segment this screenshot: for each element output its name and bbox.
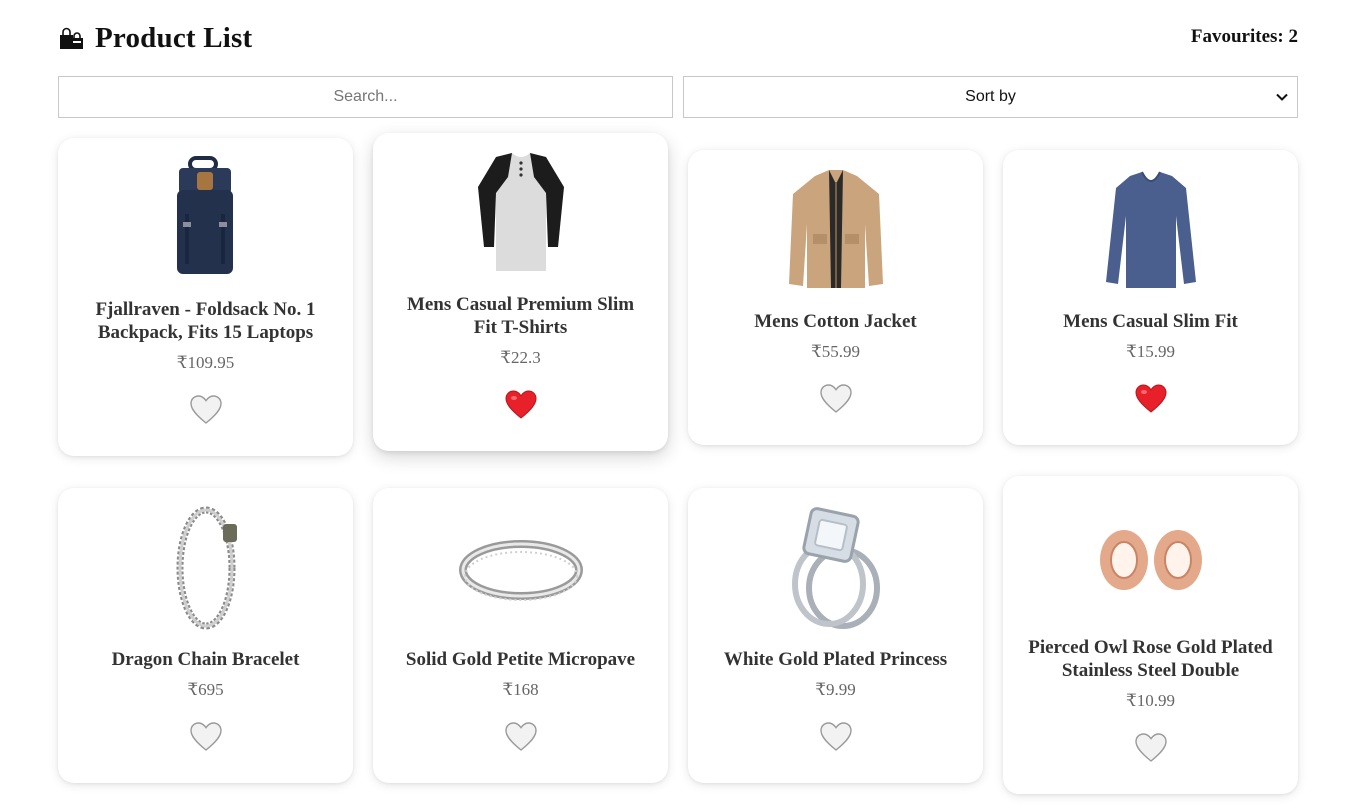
product-price: ₹55.99	[810, 342, 861, 361]
jacket-icon	[788, 170, 883, 288]
product-price: ₹9.99	[815, 680, 856, 699]
product-price: ₹22.3	[500, 348, 541, 367]
product-image	[761, 502, 911, 632]
product-image	[1076, 164, 1226, 294]
product-image	[131, 152, 281, 282]
heart-outline-icon	[819, 384, 852, 413]
favourite-heart-icon[interactable]	[819, 720, 853, 754]
product-card: White Gold Plated Princess ₹9.99	[688, 488, 983, 783]
product-image	[761, 164, 911, 294]
page-header: Product List Favourites: 2	[58, 18, 1298, 58]
ring-band-icon	[458, 540, 583, 601]
product-price: ₹10.99	[1125, 691, 1176, 710]
product-card: Dragon Chain Bracelet ₹695	[58, 488, 353, 783]
chevron-down-icon	[1276, 93, 1288, 101]
favourite-heart-icon[interactable]	[504, 720, 538, 754]
sort-select-value: Sort by	[965, 88, 1016, 105]
product-card: Mens Cotton Jacket ₹55.99	[688, 150, 983, 445]
ear-tunnel-icon	[1099, 530, 1202, 590]
product-name: Mens Casual Slim Fit	[1063, 311, 1238, 332]
page-title-text: Product List	[95, 22, 253, 54]
product-price: ₹15.99	[1125, 342, 1176, 361]
product-image	[131, 502, 281, 632]
longsleeve-icon	[1105, 171, 1196, 288]
favourite-heart-icon[interactable]	[1134, 731, 1168, 765]
heart-outline-icon	[189, 395, 222, 424]
product-card: Pierced Owl Rose Gold Plated Stainless S…	[1003, 476, 1298, 794]
heart-outline-icon	[189, 722, 222, 751]
product-name: Mens Casual Premium Slim Fit T-Shirts	[406, 294, 635, 338]
bracelet-icon	[176, 506, 237, 630]
backpack-icon	[176, 156, 233, 274]
product-name: Solid Gold Petite Micropave	[405, 649, 636, 670]
heart-filled-icon	[1134, 384, 1167, 413]
product-name: Dragon Chain Bracelet	[111, 649, 300, 670]
product-name: White Gold Plated Princess	[723, 649, 948, 670]
product-card: Mens Casual Slim Fit ₹15.99	[1003, 150, 1298, 445]
favourite-heart-icon[interactable]	[189, 393, 223, 427]
favourite-heart-icon[interactable]	[1134, 382, 1168, 416]
favourite-heart-icon[interactable]	[189, 720, 223, 754]
product-price: ₹109.95	[176, 353, 235, 372]
product-price: ₹695	[187, 680, 224, 699]
controls-bar: Sort by	[58, 76, 1298, 118]
favourites-counter: Favourites: 2	[1190, 26, 1298, 47]
product-card: Mens Casual Premium Slim Fit T-Shirts ₹2…	[373, 133, 668, 451]
heart-outline-icon	[819, 722, 852, 751]
favourite-heart-icon[interactable]	[504, 388, 538, 422]
shopping-bags-icon	[60, 27, 83, 49]
heart-filled-icon	[504, 390, 537, 419]
product-image	[446, 147, 596, 277]
product-name: Mens Cotton Jacket	[754, 311, 917, 332]
product-image	[1076, 490, 1226, 620]
heart-outline-icon	[504, 722, 537, 751]
product-name: Pierced Owl Rose Gold Plated Stainless S…	[1028, 637, 1273, 681]
favourite-heart-icon[interactable]	[819, 382, 853, 416]
product-card: Fjallraven - Foldsack No. 1 Backpack, Fi…	[58, 138, 353, 456]
product-card: Solid Gold Petite Micropave ₹168	[373, 488, 668, 783]
heart-outline-icon	[1134, 733, 1167, 762]
product-price: ₹168	[502, 680, 539, 699]
page-title: Product List	[58, 22, 252, 55]
product-image	[446, 502, 596, 632]
diamond-ring-icon	[791, 507, 880, 629]
sort-select[interactable]: Sort by	[683, 76, 1298, 118]
tshirt-icon	[477, 153, 564, 271]
search-input[interactable]	[58, 76, 673, 118]
product-name: Fjallraven - Foldsack No. 1 Backpack, Fi…	[95, 299, 316, 343]
